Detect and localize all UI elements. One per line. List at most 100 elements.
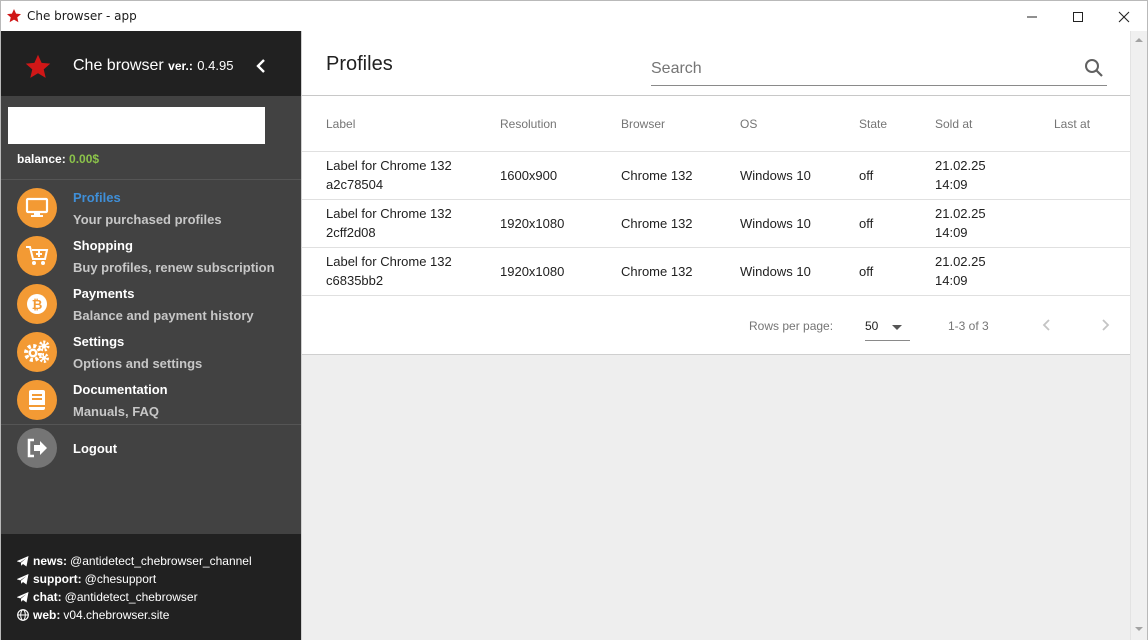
sidebar-footer: news: @antidetect_chebrowser_channel sup…	[1, 534, 301, 640]
chevron-left-icon[interactable]	[254, 58, 268, 74]
chevron-right-icon[interactable]	[1098, 318, 1112, 332]
telegram-icon	[17, 573, 29, 584]
footer-support[interactable]: support: @chesupport	[1, 570, 301, 588]
cell-last-at	[1030, 151, 1131, 200]
sidebar-item-title: Shopping	[73, 238, 133, 253]
window-title: Che browser - app	[27, 9, 137, 23]
column-header-label[interactable]: Label	[302, 97, 476, 152]
footer-value: @antidetect_chebrowser	[64, 590, 198, 604]
rows-per-page-value: 50	[865, 319, 879, 333]
balance: balance: 0.00$	[17, 152, 99, 166]
sold-time: 14:09	[935, 177, 968, 192]
label-text: Label for Chrome 132	[326, 206, 452, 221]
account-name-redacted	[8, 107, 265, 144]
minimize-button[interactable]	[1009, 1, 1055, 32]
label-text: Label for Chrome 132	[326, 158, 452, 173]
column-header-state[interactable]: State	[835, 97, 911, 152]
cell-label: Label for Chrome 132 a2c78504	[302, 151, 476, 200]
label-id: a2c78504	[326, 177, 384, 192]
sold-date: 21.02.25	[935, 158, 986, 173]
label-text: Label for Chrome 132	[326, 254, 452, 269]
search-input[interactable]	[651, 56, 1071, 82]
scroll-up-arrow-icon[interactable]	[1135, 38, 1143, 42]
telegram-icon	[17, 591, 29, 602]
footer-web[interactable]: web: v04.chebrowser.site	[1, 606, 301, 624]
rows-per-page-label: Rows per page:	[749, 319, 834, 333]
cell-resolution: 1920x1080	[476, 247, 597, 296]
window-titlebar: Che browser - app	[0, 0, 1148, 31]
search-field	[651, 52, 1107, 86]
close-button[interactable]	[1101, 1, 1147, 32]
cell-browser: Chrome 132	[597, 151, 716, 200]
sidebar-item-profiles[interactable]: Profiles Your purchased profiles	[1, 184, 301, 232]
account-panel: balance: 0.00$	[1, 96, 301, 180]
footer-news[interactable]: news: @antidetect_chebrowser_channel	[1, 552, 301, 570]
chevron-left-icon[interactable]	[1040, 318, 1054, 332]
cell-sold-at: 21.02.25 14:09	[911, 199, 1030, 248]
sidebar-item-subtitle: Your purchased profiles	[73, 212, 222, 227]
book-icon	[17, 380, 57, 420]
sold-date: 21.02.25	[935, 206, 986, 221]
sidebar-item-subtitle: Options and settings	[73, 356, 203, 371]
cell-state: off	[835, 247, 911, 296]
column-header-os[interactable]: OS	[716, 97, 835, 152]
profiles-card: Profiles Label Resolution Browser OS Sta…	[302, 31, 1131, 355]
balance-value: 0.00$	[69, 152, 100, 166]
maximize-button[interactable]	[1055, 1, 1101, 32]
column-header-last-at[interactable]: Last at	[1030, 97, 1131, 152]
sidebar: Che browser ver.: 0.4.95 balance: 0.00$ …	[0, 31, 301, 640]
footer-value: v04.chebrowser.site	[63, 608, 170, 622]
scroll-down-arrow-icon[interactable]	[1135, 627, 1143, 631]
sidebar-item-logout[interactable]: Logout	[1, 424, 301, 472]
star-icon	[25, 54, 51, 78]
cell-sold-at: 21.02.25 14:09	[911, 247, 1030, 296]
profiles-table: Label Resolution Browser OS State Sold a…	[302, 97, 1131, 296]
sidebar-item-subtitle: Buy profiles, renew subscription	[73, 260, 275, 275]
page-range: 1-3 of 3	[948, 319, 989, 333]
footer-label: news:	[33, 554, 68, 568]
table-header-row: Label Resolution Browser OS State Sold a…	[302, 97, 1131, 152]
star-icon	[7, 9, 21, 23]
column-header-resolution[interactable]: Resolution	[476, 97, 597, 152]
sold-time: 14:09	[935, 225, 968, 240]
cell-browser: Chrome 132	[597, 199, 716, 248]
sidebar-item-subtitle: Balance and payment history	[73, 308, 254, 323]
sidebar-item-shopping[interactable]: Shopping Buy profiles, renew subscriptio…	[1, 232, 301, 280]
svg-text:₿: ₿	[32, 298, 43, 313]
sold-date: 21.02.25	[935, 254, 986, 269]
sidebar-item-title: Settings	[73, 334, 125, 349]
label-id: 2cff2d08	[326, 225, 376, 240]
sidebar-item-payments[interactable]: ₿ Payments Balance and payment history	[1, 280, 301, 328]
sold-time: 14:09	[935, 273, 968, 288]
cell-last-at	[1030, 247, 1131, 296]
search-icon[interactable]	[1084, 58, 1104, 78]
sidebar-item-title: Documentation	[73, 382, 168, 397]
column-header-sold-at[interactable]: Sold at	[911, 97, 1030, 152]
app-name: Che browser ver.: 0.4.95	[73, 57, 233, 75]
pagination: Rows per page: 50 1-3 of 3	[302, 297, 1131, 354]
cell-browser: Chrome 132	[597, 247, 716, 296]
label-id: c6835bb2	[326, 273, 384, 288]
footer-label: chat:	[33, 590, 62, 604]
version-number: 0.4.95	[197, 58, 234, 73]
header-divider	[302, 95, 1131, 96]
caret-down-icon	[892, 325, 902, 330]
cell-os: Windows 10	[716, 151, 835, 200]
cell-label: Label for Chrome 132 2cff2d08	[302, 199, 476, 248]
close-icon	[1118, 11, 1130, 22]
table-row[interactable]: Label for Chrome 132 2cff2d08 1920x1080 C…	[302, 199, 1131, 248]
cell-state: off	[835, 151, 911, 200]
cart-icon	[17, 236, 57, 276]
sidebar-item-settings[interactable]: Settings Options and settings	[1, 328, 301, 376]
rows-per-page-select[interactable]: 50	[865, 313, 910, 341]
column-header-browser[interactable]: Browser	[597, 97, 716, 152]
footer-chat[interactable]: chat: @antidetect_chebrowser	[1, 588, 301, 606]
monitor-icon	[17, 188, 57, 228]
table-row[interactable]: Label for Chrome 132 a2c78504 1600x900 Ch…	[302, 151, 1131, 200]
balance-label: balance:	[17, 152, 66, 166]
cogs-icon	[17, 332, 57, 372]
sidebar-item-documentation[interactable]: Documentation Manuals, FAQ	[1, 376, 301, 424]
app-name-text: Che browser	[73, 57, 164, 74]
vertical-scrollbar[interactable]	[1130, 31, 1148, 640]
table-row[interactable]: Label for Chrome 132 c6835bb2 1920x1080 C…	[302, 247, 1131, 296]
